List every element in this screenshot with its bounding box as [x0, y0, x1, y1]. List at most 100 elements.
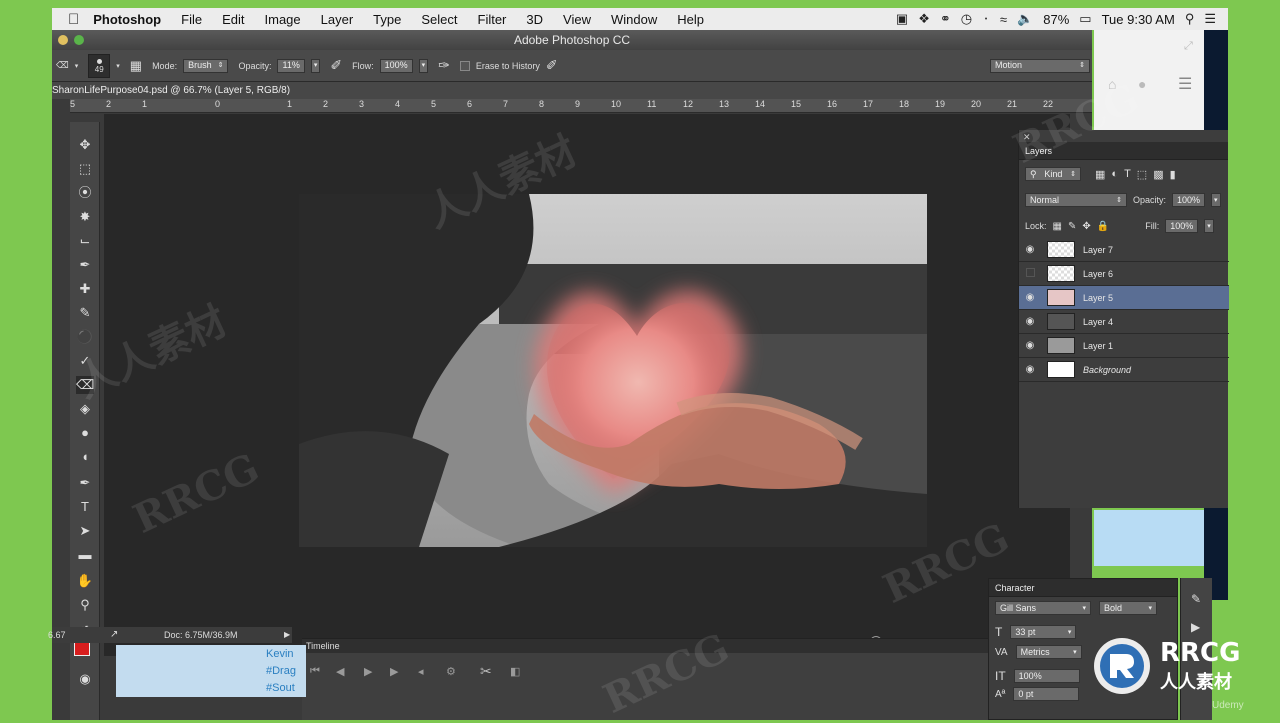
creative-cloud-icon[interactable]: ⚭ — [940, 11, 951, 27]
transition-icon[interactable]: ◧ — [510, 665, 520, 678]
document-image[interactable] — [299, 194, 927, 547]
eraser-tool-preset-icon[interactable]: ⌫ ▾ — [56, 60, 78, 71]
menu-edit[interactable]: Edit — [222, 12, 244, 27]
menu-3d[interactable]: 3D — [526, 12, 543, 27]
home-icon[interactable]: ⌂ — [1108, 76, 1116, 92]
layer-opacity-slider[interactable]: ▾ — [1211, 193, 1221, 207]
marquee-tool-icon[interactable]: ⬚ — [76, 160, 94, 178]
flow-slider-toggle[interactable]: ▾ — [418, 58, 429, 73]
split-scissors-icon[interactable]: ✂ — [480, 663, 492, 680]
eye-icon[interactable]: ◉ — [1019, 340, 1041, 351]
window-minimize-button[interactable] — [58, 35, 68, 45]
go-to-first-frame-icon[interactable]: ⏮ — [310, 665, 320, 678]
menu-view[interactable]: View — [563, 12, 591, 27]
brush-tool-icon[interactable]: ✎ — [76, 304, 94, 322]
panel-close-icon[interactable]: ✕ — [1023, 132, 1031, 143]
menu-image[interactable]: Image — [265, 12, 301, 27]
eraser-tool-icon[interactable]: ⌫ — [76, 376, 94, 394]
menu-type[interactable]: Type — [373, 12, 401, 27]
eye-icon[interactable]: ◉ — [1019, 364, 1041, 375]
spotlight-search-icon[interactable]: ⚲ — [1185, 11, 1195, 27]
share-icon[interactable]: ↗ — [110, 627, 118, 643]
path-selection-tool-icon[interactable]: ➤ — [76, 522, 94, 540]
play-icon[interactable]: ▶ — [364, 665, 372, 678]
font-style-dropdown[interactable]: Bold ▾ — [1099, 601, 1157, 615]
doc-size[interactable]: Doc: 6.75M/36.9M — [164, 627, 238, 643]
pen-tool-icon[interactable]: ✒ — [76, 474, 94, 492]
zoom-tool-icon[interactable]: ⚲ — [76, 596, 94, 614]
document-tab[interactable]: SharonLifePurpose04.psd @ 66.7% (Layer 5… — [52, 82, 1092, 99]
filter-adjustment-icon[interactable]: ◐ — [1111, 168, 1118, 180]
pressure-size-icon[interactable]: ✐ — [546, 57, 558, 74]
audio-icon[interactable]: ◂ — [418, 665, 424, 678]
zoom-level[interactable]: 6.67 — [48, 627, 66, 643]
layer-row-layer-6[interactable]: Layer 6 — [1019, 262, 1229, 286]
brush-preset-picker[interactable]: 49 ▾ — [88, 53, 120, 78]
airbrush-icon[interactable]: ✑ — [438, 57, 450, 74]
layer-row-layer-7[interactable]: ◉ Layer 7 — [1019, 238, 1229, 262]
lock-transparent-icon[interactable]: ▦ — [1053, 221, 1062, 232]
type-tool-icon[interactable]: T — [76, 498, 94, 516]
dropbox-icon[interactable]: ❖ — [918, 11, 930, 27]
layer-row-layer-1[interactable]: ◉ Layer 1 — [1019, 334, 1229, 358]
lasso-tool-icon[interactable]: ⦿ — [76, 184, 94, 202]
lock-all-icon[interactable]: 🔒 — [1097, 221, 1109, 232]
chat-icon[interactable]: ● — [1138, 76, 1146, 92]
window-zoom-button[interactable] — [74, 35, 84, 45]
menu-help[interactable]: Help — [677, 12, 704, 27]
previous-frame-icon[interactable]: ◀ — [336, 665, 344, 678]
filter-shape-icon[interactable]: ⬚ — [1137, 168, 1147, 181]
time-machine-icon[interactable]: ◷ — [961, 11, 972, 27]
font-family-dropdown[interactable]: Gill Sans ▾ — [995, 601, 1091, 615]
lock-image-icon[interactable]: ✎ — [1068, 221, 1076, 232]
menu-layer[interactable]: Layer — [321, 12, 354, 27]
opacity-slider-toggle[interactable]: ▾ — [310, 58, 321, 73]
filter-type-icon[interactable]: T — [1124, 168, 1131, 180]
notification-center-icon[interactable]: ☰ — [1204, 11, 1216, 27]
dodge-tool-icon[interactable]: ◖ — [76, 448, 94, 466]
filter-smart-object-icon[interactable]: ▩ — [1153, 168, 1163, 181]
lock-position-icon[interactable]: ✥ — [1082, 221, 1090, 232]
eye-hidden-icon[interactable] — [1019, 267, 1041, 280]
quick-mask-icon[interactable]: ◉ — [76, 670, 94, 688]
layer-row-layer-4[interactable]: ◉ Layer 4 — [1019, 310, 1229, 334]
vertical-scale-field[interactable]: 100% — [1013, 669, 1080, 683]
filter-toggle-icon[interactable]: ▮ — [1170, 168, 1176, 181]
brush-panel-toggle-icon[interactable]: ▦ — [130, 58, 142, 74]
battery-icon[interactable]: ▭ — [1079, 11, 1091, 27]
bluetooth-icon[interactable]: ᛫ — [982, 12, 990, 27]
blur-tool-icon[interactable]: ● — [76, 424, 94, 442]
expand-icon[interactable]: ⤢ — [1184, 40, 1193, 53]
canvas-area[interactable] — [104, 114, 1070, 656]
eye-icon[interactable]: ◉ — [1019, 292, 1041, 303]
clock[interactable]: Tue 9:30 AM — [1102, 12, 1175, 27]
tweet-line[interactable]: Kevin — [266, 648, 294, 660]
history-brush-tool-icon[interactable]: ✓ — [76, 352, 94, 370]
mode-dropdown[interactable]: Brush ⇕ — [183, 58, 229, 73]
baseline-shift-field[interactable]: 0 pt — [1013, 687, 1080, 701]
tweet-line[interactable]: #Drag — [266, 665, 296, 677]
hamburger-menu-icon[interactable]: ☰ — [1178, 74, 1192, 94]
tool-preset-icon[interactable]: ✎ — [1191, 592, 1201, 606]
settings-gear-icon[interactable]: ⚙ — [446, 665, 456, 678]
layer-filter-kind-dropdown[interactable]: ⚲ Kind ⇕ — [1025, 167, 1081, 181]
fill-slider[interactable]: ▾ — [1204, 219, 1214, 233]
healing-brush-tool-icon[interactable]: ✚ — [76, 280, 94, 298]
volume-icon[interactable]: 🔈 — [1017, 11, 1033, 27]
eye-icon[interactable]: ◉ — [1019, 316, 1041, 327]
fill-field[interactable]: 100% — [1165, 219, 1199, 233]
next-frame-icon[interactable]: ▶ — [390, 665, 398, 678]
filter-pixel-icon[interactable]: ▦ — [1095, 168, 1105, 181]
workspace-dropdown[interactable]: Motion ⇕ — [990, 58, 1090, 73]
move-tool-icon[interactable]: ✥ — [76, 136, 94, 154]
wifi-icon[interactable]: ≈ — [1000, 12, 1007, 27]
menu-app-photoshop[interactable]: Photoshop — [93, 12, 161, 27]
menu-window[interactable]: Window — [611, 12, 657, 27]
paint-bucket-tool-icon[interactable]: ◈ — [76, 400, 94, 418]
eyedropper-tool-icon[interactable]: ✒ — [76, 256, 94, 274]
opacity-field[interactable]: 11% — [277, 58, 305, 73]
blend-mode-dropdown[interactable]: Normal ⇕ — [1025, 193, 1127, 207]
eye-icon[interactable]: ◉ — [1019, 244, 1041, 255]
hand-tool-icon[interactable]: ✋ — [76, 572, 94, 590]
kerning-dropdown[interactable]: Metrics ▾ — [1015, 645, 1082, 659]
